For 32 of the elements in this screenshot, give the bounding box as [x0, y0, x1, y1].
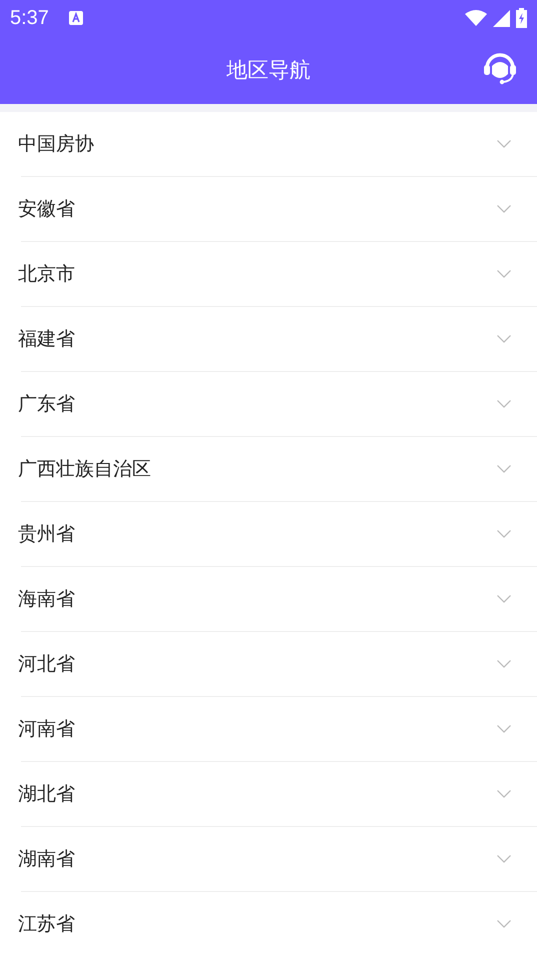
chevron-icon[interactable]: [497, 140, 511, 148]
chevron-icon[interactable]: [497, 595, 511, 603]
chevron-icon[interactable]: [497, 335, 511, 343]
region-name[interactable]: 广东省: [18, 391, 75, 417]
wifi-icon: [465, 10, 487, 26]
region-name[interactable]: 北京市: [18, 261, 75, 287]
chevron-icon[interactable]: [497, 725, 511, 733]
region-name[interactable]: 江苏省: [18, 911, 75, 937]
region-name[interactable]: 海南省: [18, 586, 75, 612]
chevron-icon[interactable]: [497, 920, 511, 928]
region-name[interactable]: 福建省: [18, 326, 75, 352]
chevron-icon[interactable]: [497, 855, 511, 863]
chevron-icon[interactable]: [497, 660, 511, 668]
status-time: 5:37: [10, 6, 49, 30]
region-name[interactable]: 贵州省: [18, 521, 75, 547]
battery-icon: [516, 8, 527, 28]
chevron-icon[interactable]: [497, 400, 511, 408]
page-title: 地区导航: [226, 57, 310, 84]
region-name[interactable]: 广西壮族自治区: [18, 456, 151, 482]
region-name[interactable]: 湖南省: [18, 846, 75, 872]
notification-icon: [68, 11, 83, 25]
chevron-icon[interactable]: [497, 465, 511, 473]
chevron-icon[interactable]: [497, 790, 511, 798]
chevron-icon[interactable]: [497, 530, 511, 538]
chevron-icon[interactable]: [497, 205, 511, 213]
chevron-icon[interactable]: [497, 270, 511, 278]
region-name[interactable]: 中国房协: [18, 131, 94, 157]
region-name[interactable]: 河北省: [18, 651, 75, 677]
region-name[interactable]: 河南省: [18, 716, 75, 742]
region-name[interactable]: 湖北省: [18, 781, 75, 807]
signal-icon: [493, 10, 510, 26]
region-name[interactable]: 安徽省: [18, 196, 75, 222]
